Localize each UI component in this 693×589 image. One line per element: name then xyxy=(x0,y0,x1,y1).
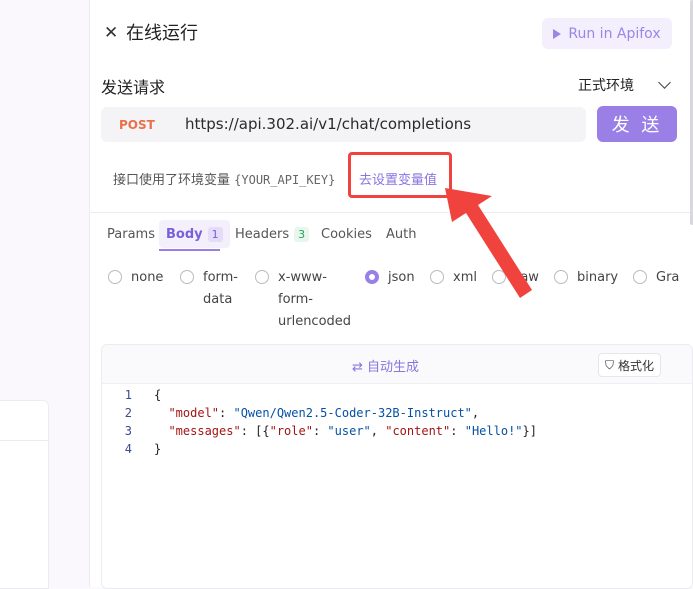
run-in-apifox-label: Run in Apifox xyxy=(568,25,661,42)
radio-icon xyxy=(554,270,568,284)
radio-icon xyxy=(492,270,506,284)
radio-label: json xyxy=(388,270,415,285)
format-icon: ⛉ xyxy=(605,357,615,372)
code-text: { xyxy=(154,388,162,402)
radio-icon xyxy=(108,270,122,284)
active-tab-underline xyxy=(159,249,220,251)
code-body[interactable]: 1 { 2 "model": "Qwen/Qwen2.5-Coder-32B-I… xyxy=(102,386,537,458)
tab-label: Cookies xyxy=(321,226,372,242)
tab-badge: 1 xyxy=(207,226,223,242)
format-label: 格式化 xyxy=(618,358,655,373)
code-editor[interactable]: ⇄ 自动生成 ⛉ 格式化 1 { 2 "model": "Qwen/Qwen2.… xyxy=(101,344,693,589)
body-type-urlencoded[interactable]: x-www-form-urlencoded xyxy=(255,267,351,333)
radio-label: form-data xyxy=(203,270,239,307)
radio-label: binary xyxy=(577,270,619,285)
environment-select[interactable]: 正式环境 xyxy=(578,75,634,95)
body-type-json[interactable]: json xyxy=(365,267,415,289)
tab-label: Body xyxy=(166,226,203,242)
radio-checked-icon xyxy=(365,270,379,284)
json-key: "messages" xyxy=(168,424,241,438)
body-type-graphql[interactable]: Gra xyxy=(633,267,679,289)
code-line: 4 } xyxy=(102,440,537,458)
tab-label: Auth xyxy=(386,226,417,242)
body-type-raw[interactable]: raw xyxy=(492,267,539,289)
annotation-highlight-box xyxy=(348,152,452,198)
tab-headers[interactable]: Headers 3 xyxy=(235,220,310,248)
json-punct: }] xyxy=(522,424,537,438)
refresh-icon: ⇄ xyxy=(352,360,363,375)
background-card xyxy=(0,400,49,589)
radio-icon xyxy=(180,270,194,284)
body-type-none[interactable]: none xyxy=(108,267,163,289)
code-line: 3 "messages": [{"role": "user", "content… xyxy=(102,422,537,440)
body-type-binary[interactable]: binary xyxy=(554,267,618,289)
json-value: "Hello!" xyxy=(464,424,523,438)
json-punct: : [{ xyxy=(240,424,270,438)
auto-generate-button[interactable]: ⇄ 自动生成 xyxy=(352,356,419,375)
method-label[interactable]: POST xyxy=(119,118,155,132)
radio-label: xml xyxy=(453,270,477,285)
tab-label: Headers xyxy=(235,226,290,242)
radio-label: none xyxy=(131,270,164,285)
tab-badge: 3 xyxy=(294,226,310,242)
json-key: "role" xyxy=(269,424,313,438)
run-in-apifox-button[interactable]: Run in Apifox xyxy=(542,18,672,49)
section-title: 发送请求 xyxy=(101,78,166,97)
env-note-text: 接口使用了环境变量 xyxy=(113,173,231,188)
radio-icon xyxy=(430,270,444,284)
code-text: } xyxy=(154,442,162,456)
code-line: 1 { xyxy=(102,386,537,404)
tab-cookies[interactable]: Cookies xyxy=(321,220,372,248)
env-variable-name: {YOUR_API_KEY} xyxy=(234,173,336,187)
json-key: "model" xyxy=(168,406,220,420)
background-card-divider xyxy=(0,440,48,441)
format-button[interactable]: ⛉ 格式化 xyxy=(598,353,662,377)
code-line: 2 "model": "Qwen/Qwen2.5-Coder-32B-Instr… xyxy=(102,404,537,422)
line-number: 3 xyxy=(124,424,132,438)
body-type-form-data[interactable]: form-data xyxy=(180,267,238,311)
online-run-panel: ✕ 在线运行 Run in Apifox 发送请求 正式环境 POST http… xyxy=(89,0,693,589)
json-key: "content" xyxy=(385,424,451,438)
radio-icon xyxy=(633,270,647,284)
close-icon[interactable]: ✕ xyxy=(104,23,118,43)
editor-toolbar: ⇄ 自动生成 ⛉ 格式化 xyxy=(102,345,692,384)
tab-params[interactable]: Params xyxy=(107,220,155,248)
line-number: 4 xyxy=(124,442,132,456)
json-value: "user" xyxy=(327,424,371,438)
tab-label: Params xyxy=(107,226,155,242)
line-number: 2 xyxy=(124,406,132,420)
chevron-down-icon[interactable] xyxy=(658,76,671,89)
send-button[interactable]: 发 送 xyxy=(597,106,677,142)
url-input[interactable]: https://api.302.ai/v1/chat/completions xyxy=(185,115,471,133)
url-bar[interactable]: POST https://api.302.ai/v1/chat/completi… xyxy=(101,107,586,142)
env-variable-note: 接口使用了环境变量 {YOUR_API_KEY} xyxy=(113,169,335,188)
line-number: 1 xyxy=(124,388,132,402)
play-icon xyxy=(553,28,562,39)
body-type-xml[interactable]: xml xyxy=(430,267,477,289)
tab-auth[interactable]: Auth xyxy=(386,220,416,248)
radio-label: x-www-form-urlencoded xyxy=(278,270,352,329)
json-value: "Qwen/Qwen2.5-Coder-32B-Instruct" xyxy=(233,406,472,420)
radio-label: raw xyxy=(515,270,539,285)
tab-body[interactable]: Body 1 xyxy=(159,220,230,248)
divider xyxy=(90,212,690,213)
auto-generate-label: 自动生成 xyxy=(367,360,420,375)
radio-label: Gra xyxy=(656,270,680,285)
panel-title: 在线运行 xyxy=(126,23,198,44)
radio-icon xyxy=(255,270,269,284)
